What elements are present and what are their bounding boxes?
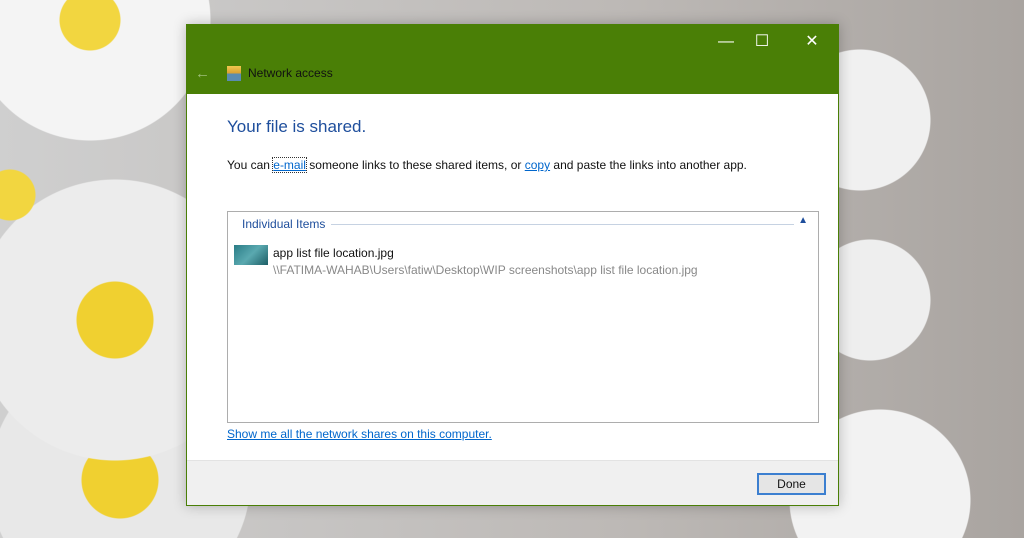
- window-title: Network access: [248, 66, 333, 80]
- maximize-button[interactable]: ☐: [742, 29, 782, 55]
- show-all-shares-link[interactable]: Show me all the network shares on this c…: [227, 427, 492, 441]
- collapse-chevron-icon[interactable]: ▲: [798, 215, 808, 226]
- back-arrow-icon[interactable]: ←: [195, 65, 210, 82]
- desc-middle: someone links to these shared items, or: [305, 158, 525, 172]
- dialog-footer: Done: [187, 460, 838, 505]
- minimize-button[interactable]: —: [706, 29, 746, 55]
- network-access-dialog: — ☐ ✕ ← Network access Your file is shar…: [186, 24, 839, 506]
- file-path: \\FATIMA-WAHAB\Users\fatiw\Desktop\WIP s…: [273, 263, 698, 277]
- desc-suffix: and paste the links into another app.: [550, 158, 747, 172]
- description: You can e-mail someone links to these sh…: [227, 157, 747, 173]
- email-link[interactable]: e-mail: [272, 157, 307, 173]
- title-bar: — ☐ ✕ ← Network access: [187, 25, 838, 94]
- close-button[interactable]: ✕: [792, 29, 832, 55]
- page-heading: Your file is shared.: [227, 117, 367, 136]
- copy-link[interactable]: copy: [525, 158, 550, 172]
- network-access-icon: [227, 66, 241, 81]
- shared-items-list: Individual Items ▲ app list file locatio…: [227, 211, 819, 423]
- desc-prefix: You can: [227, 158, 274, 172]
- group-header-individual-items[interactable]: Individual Items: [242, 217, 332, 231]
- file-name: app list file location.jpg: [273, 246, 394, 260]
- file-thumbnail: [234, 245, 268, 265]
- done-button[interactable]: Done: [757, 473, 826, 495]
